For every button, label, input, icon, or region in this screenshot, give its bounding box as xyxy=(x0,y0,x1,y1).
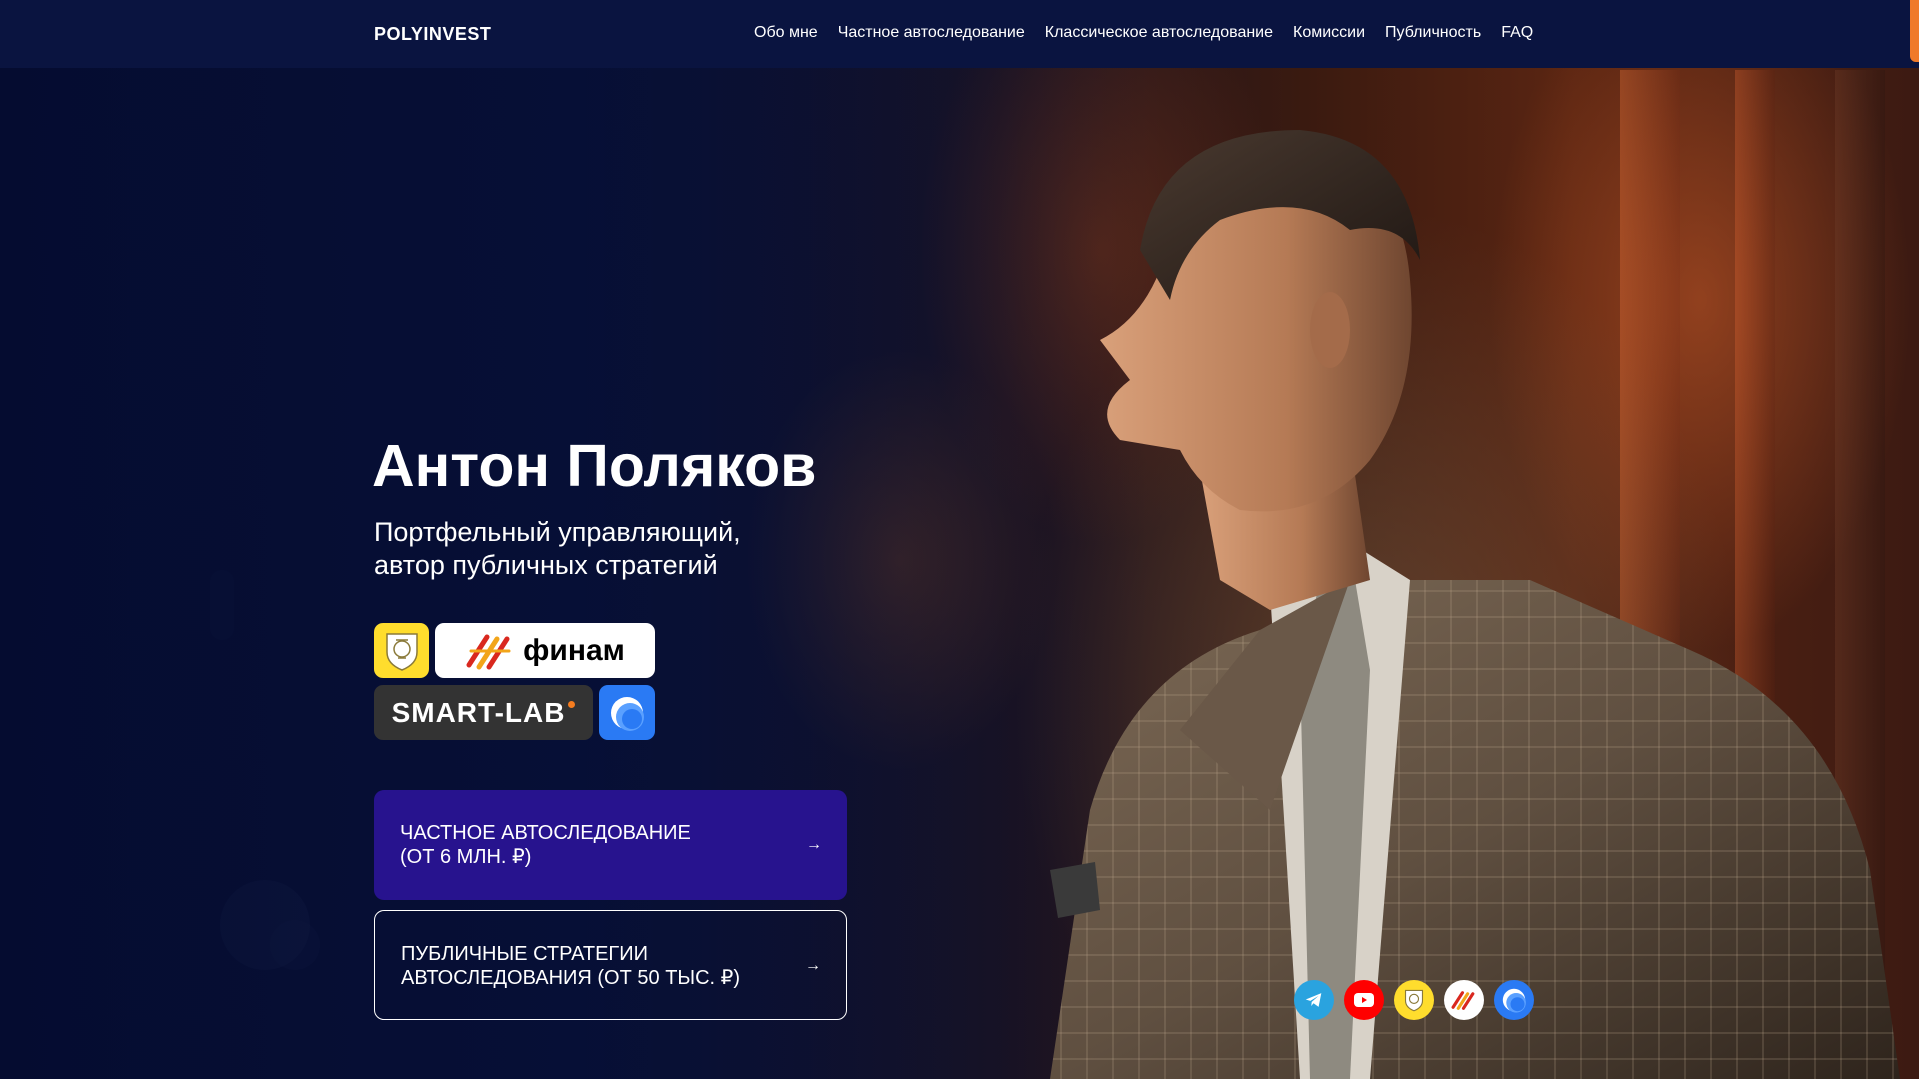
pulse-link[interactable] xyxy=(1494,980,1534,1020)
arrow-right-icon: → xyxy=(805,957,821,974)
smartlab-badge[interactable]: SMART-LAB xyxy=(374,685,593,740)
youtube-link[interactable] xyxy=(1344,980,1384,1020)
pulse-badge[interactable] xyxy=(599,685,655,740)
cta-label: ЧАСТНОЕ АВТОСЛЕДОВАНИЕ (ОТ 6 МЛН. ₽) xyxy=(400,821,770,869)
site-header: POLYINVEST Обо мне Частное автоследовани… xyxy=(0,0,1919,68)
hero-subtitle: Портфельный управляющий, автор публичных… xyxy=(374,516,874,582)
finam-icon xyxy=(466,634,511,669)
cta-label-line: АВТОСЛЕДОВАНИЯ (ОТ 50 ТЫС. ₽) xyxy=(401,967,741,989)
finam-link[interactable] xyxy=(1444,980,1484,1020)
nav-link-about[interactable]: Обо мне xyxy=(754,24,818,42)
finam-label: финам xyxy=(523,633,625,667)
hero-subtitle-line: автор публичных стратегий xyxy=(374,550,718,580)
private-copytrading-button[interactable]: ЧАСТНОЕ АВТОСЛЕДОВАНИЕ (ОТ 6 МЛН. ₽) → xyxy=(374,790,847,900)
public-strategies-button[interactable]: ПУБЛИЧНЫЕ СТРАТЕГИИ АВТОСЛЕДОВАНИЯ (ОТ 5… xyxy=(374,910,847,1020)
pulse-icon xyxy=(611,696,644,731)
landing-page: POLYINVEST Обо мне Частное автоследовани… xyxy=(0,0,1919,1079)
main-nav: Обо мне Частное автоследование Классичес… xyxy=(754,24,1533,42)
telegram-link[interactable] xyxy=(1294,980,1334,1020)
scrollbar-thumb[interactable] xyxy=(1910,0,1919,62)
youtube-icon xyxy=(1354,993,1374,1007)
arrow-right-icon: → xyxy=(806,836,822,853)
smartlab-dot xyxy=(568,701,576,708)
portrait-photo xyxy=(1050,130,1900,1079)
nav-link-classic-copytrading[interactable]: Классическое автоследование xyxy=(1045,24,1273,42)
finam-icon xyxy=(1451,991,1475,1010)
tinkoff-icon xyxy=(1404,989,1424,1012)
smartlab-label: SMART-LAB xyxy=(391,696,566,728)
cta-label-line: ПУБЛИЧНЫЕ СТРАТЕГИИ xyxy=(401,943,648,965)
cta-label-line: (ОТ 6 МЛН. ₽) xyxy=(400,846,532,868)
tinkoff-link[interactable] xyxy=(1394,980,1434,1020)
site-logo[interactable]: POLYINVEST xyxy=(374,24,491,45)
nav-link-fees[interactable]: Комиссии xyxy=(1293,24,1365,42)
nav-link-publicity[interactable]: Публичность xyxy=(1385,24,1481,42)
nav-link-private-copytrading[interactable]: Частное автоследование xyxy=(838,24,1025,42)
hero-title: Антон Поляков xyxy=(372,433,817,499)
tinkoff-icon xyxy=(385,632,418,671)
telegram-icon xyxy=(1305,993,1322,1007)
hero-subtitle-line: Портфельный управляющий, xyxy=(374,517,741,547)
tinkoff-badge[interactable] xyxy=(374,623,429,678)
cta-label: ПУБЛИЧНЫЕ СТРАТЕГИИ АВТОСЛЕДОВАНИЯ (ОТ 5… xyxy=(401,942,771,990)
nav-link-faq[interactable]: FAQ xyxy=(1501,24,1533,42)
pulse-icon xyxy=(1502,988,1526,1013)
cta-label-line: ЧАСТНОЕ АВТОСЛЕДОВАНИЕ xyxy=(400,822,691,844)
social-links xyxy=(1294,980,1534,1020)
finam-badge[interactable]: финам xyxy=(435,623,655,678)
